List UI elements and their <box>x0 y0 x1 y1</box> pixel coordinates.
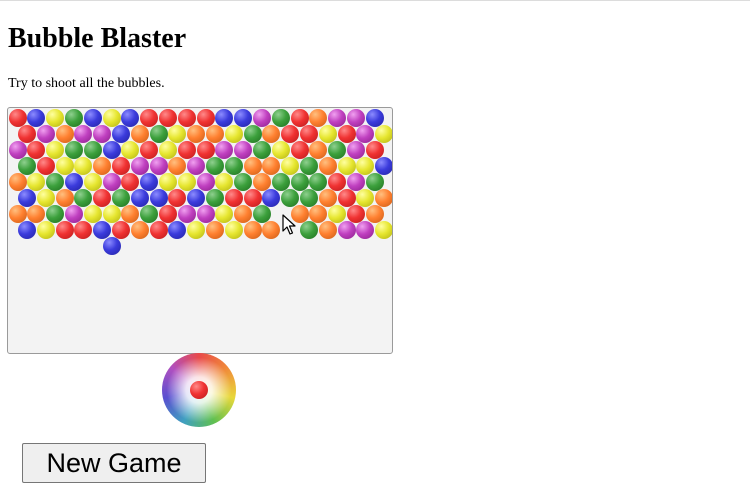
blue-bubble <box>215 109 234 127</box>
blue-bubble <box>17 221 36 239</box>
red-bubble <box>140 141 159 159</box>
blue-bubble <box>140 173 159 191</box>
orange-bubble <box>318 221 337 239</box>
red-bubble <box>55 221 74 239</box>
blue-bubble <box>102 237 121 255</box>
blue-bubble <box>168 221 187 239</box>
orange-bubble <box>234 205 253 223</box>
blue-bubble <box>27 109 46 127</box>
new-game-button[interactable]: New Game <box>22 443 206 483</box>
red-bubble <box>140 109 159 127</box>
green-bubble <box>46 205 65 223</box>
purple-bubble <box>234 141 253 159</box>
red-bubble <box>281 125 300 143</box>
purple-bubble <box>356 221 375 239</box>
mouse-pointer-icon <box>282 214 296 235</box>
green-bubble <box>234 173 253 191</box>
green-bubble <box>309 173 328 191</box>
orange-bubble <box>93 157 112 175</box>
orange-bubble <box>309 109 328 127</box>
purple-bubble <box>337 221 356 239</box>
orange-bubble <box>243 221 262 239</box>
purple-bubble <box>74 125 93 143</box>
orange-bubble <box>309 141 328 159</box>
top-divider <box>0 0 750 1</box>
red-bubble <box>121 173 140 191</box>
red-bubble <box>168 189 187 207</box>
purple-bubble <box>328 109 347 127</box>
red-bubble <box>93 189 112 207</box>
green-bubble <box>328 141 347 159</box>
blue-bubble <box>121 109 140 127</box>
yellow-bubble <box>27 173 46 191</box>
yellow-bubble <box>46 109 65 127</box>
orange-bubble <box>375 189 392 207</box>
green-bubble <box>74 189 93 207</box>
current-bubble <box>190 381 208 399</box>
yellow-bubble <box>168 125 187 143</box>
yellow-bubble <box>375 125 392 143</box>
game-board[interactable] <box>7 107 393 354</box>
purple-bubble <box>93 125 112 143</box>
yellow-bubble <box>224 221 243 239</box>
purple-bubble <box>215 141 234 159</box>
page-title: Bubble Blaster <box>8 23 187 54</box>
yellow-bubble <box>328 205 347 223</box>
purple-bubble <box>356 125 375 143</box>
green-bubble <box>46 173 65 191</box>
red-bubble <box>27 141 46 159</box>
yellow-bubble <box>46 141 65 159</box>
red-bubble <box>149 221 168 239</box>
yellow-bubble <box>356 157 375 175</box>
orange-bubble <box>262 221 281 239</box>
orange-bubble <box>205 221 224 239</box>
blue-bubble <box>187 189 206 207</box>
orange-bubble <box>187 125 206 143</box>
yellow-bubble <box>281 157 300 175</box>
yellow-bubble <box>215 173 234 191</box>
yellow-bubble <box>215 205 234 223</box>
orange-bubble <box>27 205 46 223</box>
green-bubble <box>299 221 318 239</box>
blue-bubble <box>234 109 253 127</box>
yellow-bubble <box>187 221 206 239</box>
orange-bubble <box>309 205 328 223</box>
purple-bubble <box>187 157 206 175</box>
yellow-bubble <box>356 189 375 207</box>
orange-bubble <box>262 125 281 143</box>
yellow-bubble <box>74 157 93 175</box>
yellow-bubble <box>375 221 392 239</box>
orange-bubble <box>130 221 149 239</box>
red-bubble <box>111 221 130 239</box>
orange-bubble <box>168 157 187 175</box>
red-bubble <box>74 221 93 239</box>
orange-bubble <box>262 157 281 175</box>
instructions-text: Try to shoot all the bubbles. <box>8 76 165 91</box>
green-bubble <box>140 205 159 223</box>
yellow-bubble <box>36 221 55 239</box>
blue-bubble <box>375 157 392 175</box>
blue-bubble <box>262 189 281 207</box>
blue-bubble <box>93 221 112 239</box>
yellow-bubble <box>121 141 140 159</box>
orange-bubble <box>121 205 140 223</box>
red-bubble <box>328 173 347 191</box>
green-bubble <box>281 189 300 207</box>
